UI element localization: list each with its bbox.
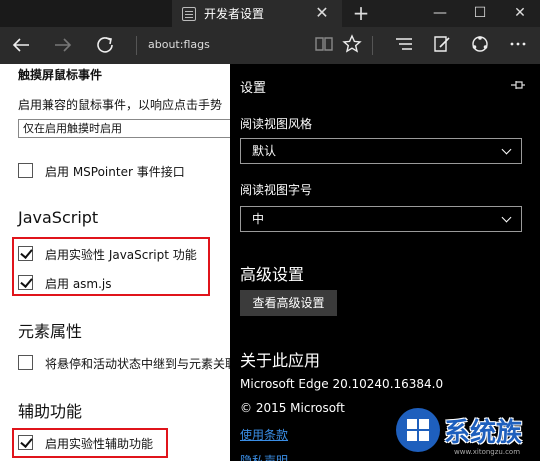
reading-view-icon[interactable] [313, 34, 335, 58]
touch-events-select[interactable]: 仅在启用触摸时启用 [18, 119, 230, 138]
more-icon[interactable] [507, 34, 529, 58]
version-text: Microsoft Edge 20.10240.16384.0 [240, 377, 444, 391]
reading-font-dropdown[interactable]: 中 [240, 206, 522, 232]
js-experimental-checkbox[interactable] [18, 246, 33, 261]
flags-page: 触摸屏鼠标事件 启用兼容的鼠标事件，以响应点击手势 仅在启用触摸时启用 启用 M… [0, 64, 230, 461]
page-icon [182, 6, 196, 21]
js-experimental-label: 启用实验性 JavaScript 功能 [45, 248, 197, 262]
view-advanced-settings-button[interactable]: 查看高级设置 [240, 290, 337, 316]
accessibility-heading: 辅助功能 [18, 402, 83, 421]
web-note-icon[interactable] [431, 34, 453, 58]
forward-arrow-icon[interactable] [50, 34, 76, 58]
minimize-button[interactable]: — [420, 0, 460, 27]
tab-developer-settings[interactable]: 开发者设置 ✕ [172, 0, 342, 27]
privacy-statement-link[interactable]: 隐私声明 [240, 452, 288, 461]
reading-style-label: 阅读视图风格 [240, 117, 313, 131]
refresh-icon[interactable] [92, 34, 118, 58]
tab-strip-left [0, 0, 172, 27]
copyright-text: © 2015 Microsoft [240, 401, 345, 415]
element-properties-heading: 元素属性 [18, 322, 83, 341]
favorite-star-icon[interactable] [341, 34, 363, 58]
asmjs-label: 启用 asm.js [45, 277, 112, 291]
back-arrow-icon[interactable] [8, 34, 34, 58]
terms-of-use-link[interactable]: 使用条款 [240, 426, 288, 443]
address-bar[interactable]: about:flags [148, 37, 210, 53]
new-tab-button[interactable]: + [350, 3, 372, 25]
hover-relay-label: 将悬停和活动状态中继到与元素关联 [45, 357, 230, 371]
windows-logo-icon [396, 408, 440, 452]
reading-font-label: 阅读视图字号 [240, 183, 313, 197]
chevron-down-icon [501, 207, 513, 231]
toolbar-separator [372, 36, 373, 55]
chevron-down-icon [501, 139, 513, 163]
asmjs-checkbox[interactable] [18, 275, 33, 290]
close-window-button[interactable]: ✕ [500, 0, 540, 27]
title-bar: 开发者设置 ✕ + — ☐ ✕ [0, 0, 540, 27]
pin-icon[interactable] [510, 77, 526, 91]
share-icon[interactable] [469, 34, 491, 58]
hub-icon[interactable] [393, 34, 415, 58]
mspointer-checkbox[interactable] [18, 163, 33, 178]
maximize-button[interactable]: ☐ [460, 0, 500, 27]
reading-style-dropdown[interactable]: 默认 [240, 138, 522, 164]
hover-relay-checkbox[interactable] [18, 355, 33, 370]
mspointer-label: 启用 MSPointer 事件接口 [45, 165, 185, 179]
a11y-experimental-checkbox[interactable] [18, 435, 33, 450]
javascript-heading: JavaScript [18, 208, 99, 227]
toolbar-separator [136, 36, 137, 55]
watermark-url: www.xitongzu.com [454, 448, 521, 456]
reading-style-value: 默认 [252, 144, 277, 158]
touch-section-title: 触摸屏鼠标事件 [18, 68, 103, 82]
watermark: 系统族 www.xitongzu.com [390, 402, 540, 461]
about-app-heading: 关于此应用 [240, 351, 321, 370]
advanced-settings-heading: 高级设置 [240, 265, 305, 284]
reading-font-value: 中 [252, 212, 265, 226]
touch-description: 启用兼容的鼠标事件，以响应点击手势 [18, 98, 223, 112]
tab-title: 开发者设置 [204, 7, 265, 21]
tab-close-icon[interactable]: ✕ [314, 5, 330, 21]
watermark-brand: 系统族 [444, 418, 523, 448]
browser-toolbar: about:flags [0, 27, 540, 64]
settings-title: 设置 [240, 81, 267, 96]
a11y-experimental-label: 启用实验性辅助功能 [45, 437, 154, 451]
